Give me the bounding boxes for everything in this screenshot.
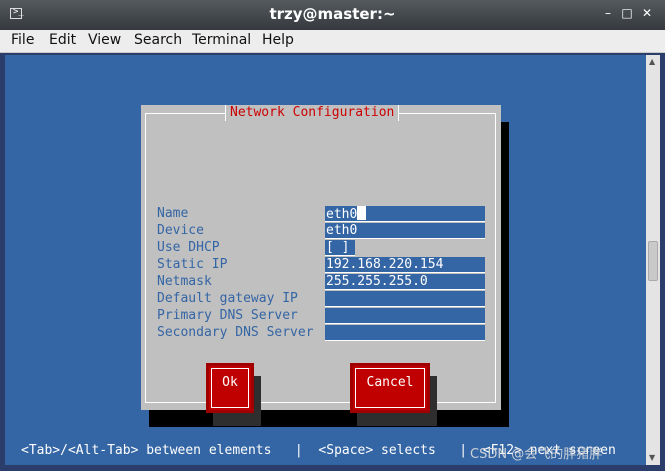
menubar: File Edit View Search Terminal Help [0, 30, 665, 53]
menu-help[interactable]: Help [262, 32, 294, 48]
menu-view[interactable]: View [88, 32, 121, 48]
cancel-button-label: Cancel [355, 368, 425, 408]
primary-dns-field[interactable] [325, 308, 485, 324]
menu-file[interactable]: File [11, 32, 34, 48]
use-dhcp-value: [ ] [326, 240, 350, 255]
label-primary-dns: Primary DNS Server [157, 308, 298, 323]
label-device: Device [157, 223, 204, 238]
terminal-area[interactable]: Network Configuration Name Device Use DH… [5, 55, 646, 465]
label-netmask: Netmask [157, 274, 212, 289]
label-use-dhcp: Use DHCP [157, 240, 220, 255]
network-config-dialog: Network Configuration Name Device Use DH… [141, 105, 501, 426]
scroll-up-icon[interactable]: ▲ [649, 57, 655, 66]
netmask-field[interactable]: 255.255.255.0 [325, 274, 485, 290]
static-ip-value: 192.168.220.154 [326, 257, 444, 272]
scrollbar[interactable]: ▲ ▼ [646, 55, 660, 465]
menu-edit[interactable]: Edit [49, 32, 76, 48]
menu-terminal[interactable]: Terminal [192, 32, 251, 48]
maximize-button[interactable]: □ [619, 6, 635, 20]
ok-button[interactable]: Ok [206, 363, 254, 413]
menu-search[interactable]: Search [134, 32, 182, 48]
ok-button-label: Ok [211, 368, 249, 408]
cancel-button[interactable]: Cancel [350, 363, 430, 413]
scrollbar-thumb[interactable] [648, 241, 658, 281]
close-button[interactable]: ✕ [639, 6, 655, 20]
label-static-ip: Static IP [157, 257, 228, 272]
window-title: trzy@master:~ [269, 5, 396, 23]
label-gateway: Default gateway IP [157, 291, 298, 306]
secondary-dns-field[interactable] [325, 325, 485, 341]
primary-dns-value [325, 308, 326, 323]
gateway-field[interactable] [325, 291, 485, 307]
text-cursor [357, 206, 367, 220]
secondary-dns-value [325, 325, 326, 340]
static-ip-field[interactable]: 192.168.220.154 [325, 257, 485, 273]
label-name: Name [157, 206, 189, 221]
use-dhcp-checkbox[interactable]: [ ] [325, 240, 355, 256]
watermark: CSDN @会飞的胖猪胖 [470, 447, 603, 462]
netmask-value: 255.255.255.0 [326, 274, 428, 289]
minimize-button[interactable]: – [600, 6, 616, 20]
gateway-value [325, 291, 326, 306]
device-value: eth0 [326, 223, 358, 238]
label-secondary-dns: Secondary DNS Server [157, 325, 314, 340]
name-field[interactable]: eth0 [325, 206, 485, 222]
window-titlebar: >_ trzy@master:~ – □ ✕ [0, 0, 665, 30]
device-field[interactable]: eth0 [325, 223, 485, 239]
scroll-down-icon[interactable]: ▼ [649, 453, 655, 462]
dialog-title: Network Configuration [225, 105, 400, 121]
name-value: eth0 [326, 207, 358, 222]
